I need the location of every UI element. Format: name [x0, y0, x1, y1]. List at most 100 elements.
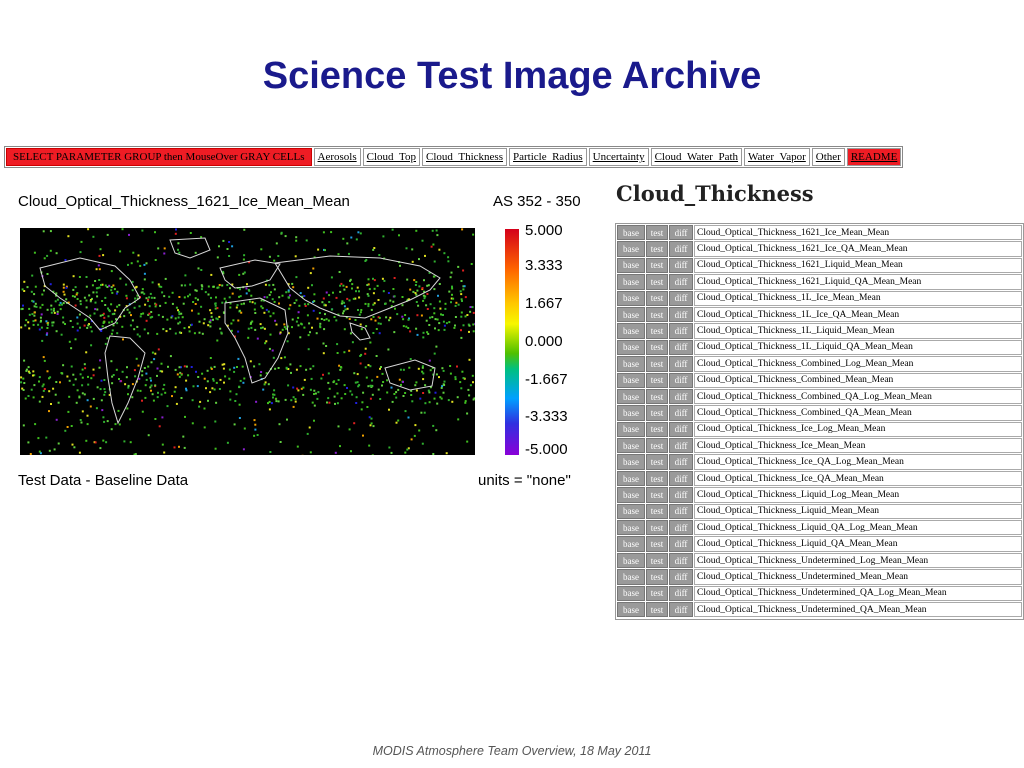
diff-cell[interactable]: diff — [669, 225, 693, 241]
diff-cell[interactable]: diff — [669, 470, 693, 487]
test-cell[interactable]: test — [646, 241, 668, 257]
diff-cell[interactable]: diff — [669, 257, 693, 274]
parameter-row: base test diff Cloud_Optical_Thickness_Liqu… — [617, 536, 1022, 552]
parameter-row: base test diff Cloud_Optical_Thickness_1L_L… — [617, 323, 1022, 339]
diff-cell[interactable]: diff — [669, 503, 693, 520]
parameter-row: base test diff Cloud_Optical_Thickness_Ice_… — [617, 470, 1022, 487]
parameter-name: Cloud_Optical_Thickness_1621_Ice_QA_Mean… — [694, 241, 1022, 257]
slide-footer: MODIS Atmosphere Team Overview, 18 May 2… — [372, 744, 652, 758]
nav-tab-cloud-water-path[interactable]: Cloud_Water_Path — [650, 148, 743, 166]
test-cell[interactable]: test — [646, 257, 668, 274]
base-cell[interactable]: base — [617, 372, 645, 388]
test-cell[interactable]: test — [646, 339, 668, 356]
base-cell[interactable]: base — [617, 438, 645, 454]
test-cell[interactable]: test — [646, 323, 668, 339]
diff-cell[interactable]: diff — [669, 438, 693, 454]
test-cell[interactable]: test — [646, 585, 668, 601]
base-cell[interactable]: base — [617, 536, 645, 552]
diff-cell[interactable]: diff — [669, 569, 693, 585]
parameter-row: base test diff Cloud_Optical_Thickness_Comb… — [617, 388, 1022, 405]
diff-cell[interactable]: diff — [669, 356, 693, 372]
base-cell[interactable]: base — [617, 274, 645, 290]
base-cell[interactable]: base — [617, 339, 645, 356]
test-cell[interactable]: test — [646, 569, 668, 585]
nav-tab-cloud-top[interactable]: Cloud_Top — [362, 148, 420, 166]
nav-tab-other[interactable]: Other — [811, 148, 845, 166]
base-cell[interactable]: base — [617, 601, 645, 618]
world-map-image — [20, 228, 475, 455]
plot-footer: Test Data - Baseline Data — [18, 472, 189, 489]
test-cell[interactable]: test — [646, 306, 668, 323]
base-cell[interactable]: base — [617, 356, 645, 372]
diff-cell[interactable]: diff — [669, 585, 693, 601]
test-cell[interactable]: test — [646, 536, 668, 552]
parameter-row: base test diff Cloud_Optical_Thickness_Unde… — [617, 569, 1022, 585]
diff-cell[interactable]: diff — [669, 388, 693, 405]
base-cell[interactable]: base — [617, 405, 645, 421]
nav-tab-particle-radius[interactable]: Particle_Radius — [509, 148, 587, 166]
select-parameter-group-banner: SELECT PARAMETER GROUP then MouseOver GR… — [6, 148, 312, 166]
parameter-name: Cloud_Optical_Thickness_Combined_QA_Log_… — [694, 388, 1022, 405]
test-cell[interactable]: test — [646, 225, 668, 241]
base-cell[interactable]: base — [617, 569, 645, 585]
parameter-name: Cloud_Optical_Thickness_1621_Liquid_Mean… — [694, 257, 1022, 274]
test-cell[interactable]: test — [646, 388, 668, 405]
base-cell[interactable]: base — [617, 225, 645, 241]
diff-cell[interactable]: diff — [669, 290, 693, 306]
base-cell[interactable]: base — [617, 470, 645, 487]
base-cell[interactable]: base — [617, 323, 645, 339]
diff-cell[interactable]: diff — [669, 552, 693, 569]
test-cell[interactable]: test — [646, 454, 668, 470]
base-cell[interactable]: base — [617, 257, 645, 274]
diff-cell[interactable]: diff — [669, 339, 693, 356]
base-cell[interactable]: base — [617, 290, 645, 306]
diff-cell[interactable]: diff — [669, 306, 693, 323]
base-cell[interactable]: base — [617, 520, 645, 536]
diff-cell[interactable]: diff — [669, 274, 693, 290]
plot-title: Cloud_Optical_Thickness_1621_Ice_Mean_Me… — [18, 193, 350, 210]
diff-cell[interactable]: diff — [669, 323, 693, 339]
colorbar-label: 5.000 — [525, 222, 563, 239]
test-cell[interactable]: test — [646, 601, 668, 618]
test-cell[interactable]: test — [646, 274, 668, 290]
test-cell[interactable]: test — [646, 487, 668, 503]
parameter-row: base test diff Cloud_Optical_Thickness_Comb… — [617, 356, 1022, 372]
base-cell[interactable]: base — [617, 585, 645, 601]
nav-tab-aerosols[interactable]: Aerosols — [313, 148, 361, 166]
nav-tab-cloud-thickness[interactable]: Cloud_Thickness — [422, 148, 507, 166]
test-cell[interactable]: test — [646, 520, 668, 536]
test-cell[interactable]: test — [646, 503, 668, 520]
test-cell[interactable]: test — [646, 290, 668, 306]
diff-cell[interactable]: diff — [669, 405, 693, 421]
parameter-row: base test diff Cloud_Optical_Thickness_1621… — [617, 257, 1022, 274]
base-cell[interactable]: base — [617, 421, 645, 438]
base-cell[interactable]: base — [617, 487, 645, 503]
parameter-row: base test diff Cloud_Optical_Thickness_Ice_… — [617, 421, 1022, 438]
diff-cell[interactable]: diff — [669, 454, 693, 470]
base-cell[interactable]: base — [617, 241, 645, 257]
diff-cell[interactable]: diff — [669, 241, 693, 257]
base-cell[interactable]: base — [617, 454, 645, 470]
diff-cell[interactable]: diff — [669, 372, 693, 388]
colorbar — [505, 229, 519, 455]
test-cell[interactable]: test — [646, 552, 668, 569]
diff-cell[interactable]: diff — [669, 421, 693, 438]
diff-cell[interactable]: diff — [669, 520, 693, 536]
parameter-name: Cloud_Optical_Thickness_Ice_Log_Mean_Mea… — [694, 421, 1022, 438]
test-cell[interactable]: test — [646, 421, 668, 438]
test-cell[interactable]: test — [646, 438, 668, 454]
test-cell[interactable]: test — [646, 356, 668, 372]
base-cell[interactable]: base — [617, 306, 645, 323]
diff-cell[interactable]: diff — [669, 487, 693, 503]
base-cell[interactable]: base — [617, 503, 645, 520]
diff-cell[interactable]: diff — [669, 536, 693, 552]
nav-tab-readme[interactable]: README — [846, 148, 902, 166]
test-cell[interactable]: test — [646, 372, 668, 388]
test-cell[interactable]: test — [646, 470, 668, 487]
test-cell[interactable]: test — [646, 405, 668, 421]
base-cell[interactable]: base — [617, 552, 645, 569]
base-cell[interactable]: base — [617, 388, 645, 405]
nav-tab-water-vapor[interactable]: Water_Vapor — [744, 148, 810, 166]
diff-cell[interactable]: diff — [669, 601, 693, 618]
nav-tab-uncertainty[interactable]: Uncertainty — [588, 148, 649, 166]
